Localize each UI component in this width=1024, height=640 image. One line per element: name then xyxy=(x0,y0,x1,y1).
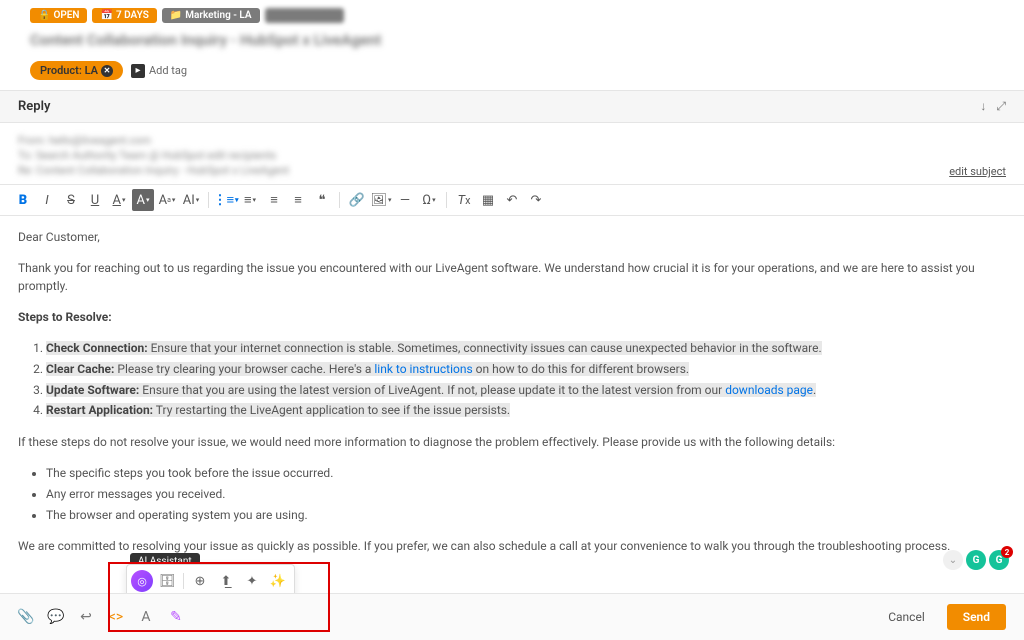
quote-button[interactable]: ❝ xyxy=(311,189,333,211)
edit-subject-link[interactable]: edit subject xyxy=(949,165,1006,178)
hr-button[interactable]: — xyxy=(394,189,416,211)
remove-tag-icon[interactable]: ✕ xyxy=(101,65,113,77)
tag-open[interactable]: 🔒 OPEN xyxy=(30,8,87,23)
followup-text: If these steps do not resolve your issue… xyxy=(18,433,1006,452)
steps-list: Check Connection: Ensure that your inter… xyxy=(46,338,1006,420)
attach-icon[interactable]: 📎 xyxy=(18,609,34,625)
email-meta: From: hello@liveagent.com To: Search Aut… xyxy=(0,123,1024,184)
fontsize-button[interactable]: Aa▾ xyxy=(156,189,178,211)
underline-button[interactable]: U xyxy=(84,189,106,211)
bgcolor-button[interactable]: A▾ xyxy=(132,189,154,211)
clear-format-button[interactable]: Tx xyxy=(453,189,475,211)
text-icon[interactable]: A xyxy=(138,609,154,625)
greeting: Dear Customer, xyxy=(18,228,1006,247)
add-tag-button[interactable]: ▸Add tag xyxy=(131,64,187,78)
indent-button[interactable]: ≡ xyxy=(287,189,309,211)
tag-folder[interactable]: 📁 Marketing - LA xyxy=(162,8,260,23)
canned-response-icon[interactable]: 🗄 xyxy=(155,569,179,593)
strike-button[interactable]: S xyxy=(60,189,82,211)
cancel-button[interactable]: Cancel xyxy=(876,604,937,630)
re-line: Re: Content Collaboration Inquiry - HubS… xyxy=(18,163,1006,178)
footer-bar: 📎 💬 ↩ <> A ✎ Cancel Send xyxy=(0,593,1024,640)
product-tag[interactable]: Product: LA✕ xyxy=(30,61,123,80)
intro-text: Thank you for reaching out to us regardi… xyxy=(18,259,1006,296)
tag-days[interactable]: 📅 7 DAYS xyxy=(92,8,156,23)
outdent-button[interactable]: ≡ xyxy=(263,189,285,211)
source-icon[interactable]: <> xyxy=(108,609,124,625)
details-list: The specific steps you took before the i… xyxy=(46,463,1006,525)
return-icon[interactable]: ↩ xyxy=(78,609,94,625)
editor-body[interactable]: Dear Customer, Thank you for reaching ou… xyxy=(0,216,1024,580)
format-mid-icon[interactable]: ✦ xyxy=(240,569,264,593)
undo-button[interactable]: ↶ xyxy=(501,189,523,211)
format-top-icon[interactable]: ⬆̲ xyxy=(214,569,238,593)
instructions-link[interactable]: link to instructions xyxy=(374,362,472,376)
steps-heading: Steps to Resolve: xyxy=(18,308,1006,327)
grammarly-count-badge[interactable]: G2 xyxy=(989,550,1009,570)
ticket-subject: Content Collaboration Inquiry - HubSpot … xyxy=(0,27,1024,57)
editor-toolbar: B I S U A▾ A▾ Aa▾ AI▾ ⋮≡▾ ≡▾ ≡ ≡ ❝ 🔗 🖼▾ … xyxy=(0,184,1024,216)
grammarly-chevron-icon[interactable]: ⌄ xyxy=(943,550,963,570)
code-button[interactable]: ▦ xyxy=(477,189,499,211)
link-button[interactable]: 🔗 xyxy=(346,189,368,211)
ai-assistant-icon[interactable]: ◎ xyxy=(131,570,153,592)
redo-button[interactable]: ↷ xyxy=(525,189,547,211)
grammarly-widget[interactable]: ⌄ G G2 xyxy=(943,550,1009,570)
send-button[interactable]: Send xyxy=(947,604,1006,630)
plus-icon: ▸ xyxy=(131,64,145,78)
bullet-list-button[interactable]: ⋮≡▾ xyxy=(215,189,237,211)
product-tag-row: Product: LA✕ ▸Add tag xyxy=(0,57,1024,90)
knowledge-icon[interactable]: ⊕ xyxy=(188,569,212,593)
magic-icon[interactable]: ✨ xyxy=(266,569,290,593)
reply-header: Reply ↓ ⤢ xyxy=(0,90,1024,123)
bold-button[interactable]: B xyxy=(12,189,34,211)
textcolor-button[interactable]: A▾ xyxy=(108,189,130,211)
to-line: To: Search Authority Team @ HubSpot edit… xyxy=(18,148,1006,163)
font-button[interactable]: AI▾ xyxy=(180,189,202,211)
downloads-link[interactable]: downloads page xyxy=(725,383,813,397)
italic-button[interactable]: I xyxy=(36,189,58,211)
symbol-button[interactable]: Ω▾ xyxy=(418,189,440,211)
note-icon[interactable]: 💬 xyxy=(48,609,64,625)
image-button[interactable]: 🖼▾ xyxy=(370,189,392,211)
expand-icon[interactable]: ⤢ xyxy=(996,99,1006,114)
header-tag-row: 🔒 OPEN 📅 7 DAYS 📁 Marketing - LA Hello H… xyxy=(0,0,1024,27)
reply-title: Reply xyxy=(18,99,50,114)
tag-redacted: Hello Hubspot xyxy=(265,8,345,23)
grammarly-badge[interactable]: G xyxy=(966,550,986,570)
collapse-icon[interactable]: ↓ xyxy=(980,99,986,114)
from-line: From: hello@liveagent.com xyxy=(18,133,1006,148)
wand-icon[interactable]: ✎ xyxy=(168,609,184,625)
number-list-button[interactable]: ≡▾ xyxy=(239,189,261,211)
